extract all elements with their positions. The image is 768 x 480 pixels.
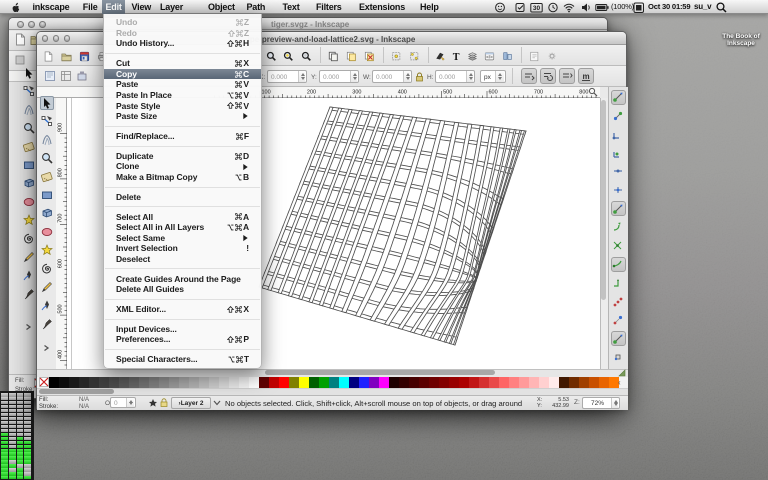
svg-text:m: m <box>582 72 589 81</box>
svg-text:900: 900 <box>57 122 63 131</box>
svg-text:700: 700 <box>534 89 543 95</box>
svg-text:200: 200 <box>307 89 316 95</box>
svg-text:800: 800 <box>57 168 63 177</box>
svg-text:</>: </> <box>486 55 493 60</box>
svg-text:700: 700 <box>57 213 63 222</box>
svg-text:30: 30 <box>533 5 541 12</box>
svg-text:T: T <box>453 52 460 62</box>
svg-text:500: 500 <box>443 89 452 95</box>
svg-text:600: 600 <box>489 89 498 95</box>
svg-text:500: 500 <box>57 304 63 313</box>
svg-text:400: 400 <box>398 89 407 95</box>
svg-text:600: 600 <box>57 259 63 268</box>
svg-text:300: 300 <box>352 89 361 95</box>
svg-text:400: 400 <box>57 349 63 358</box>
svg-text:100: 100 <box>262 89 271 95</box>
